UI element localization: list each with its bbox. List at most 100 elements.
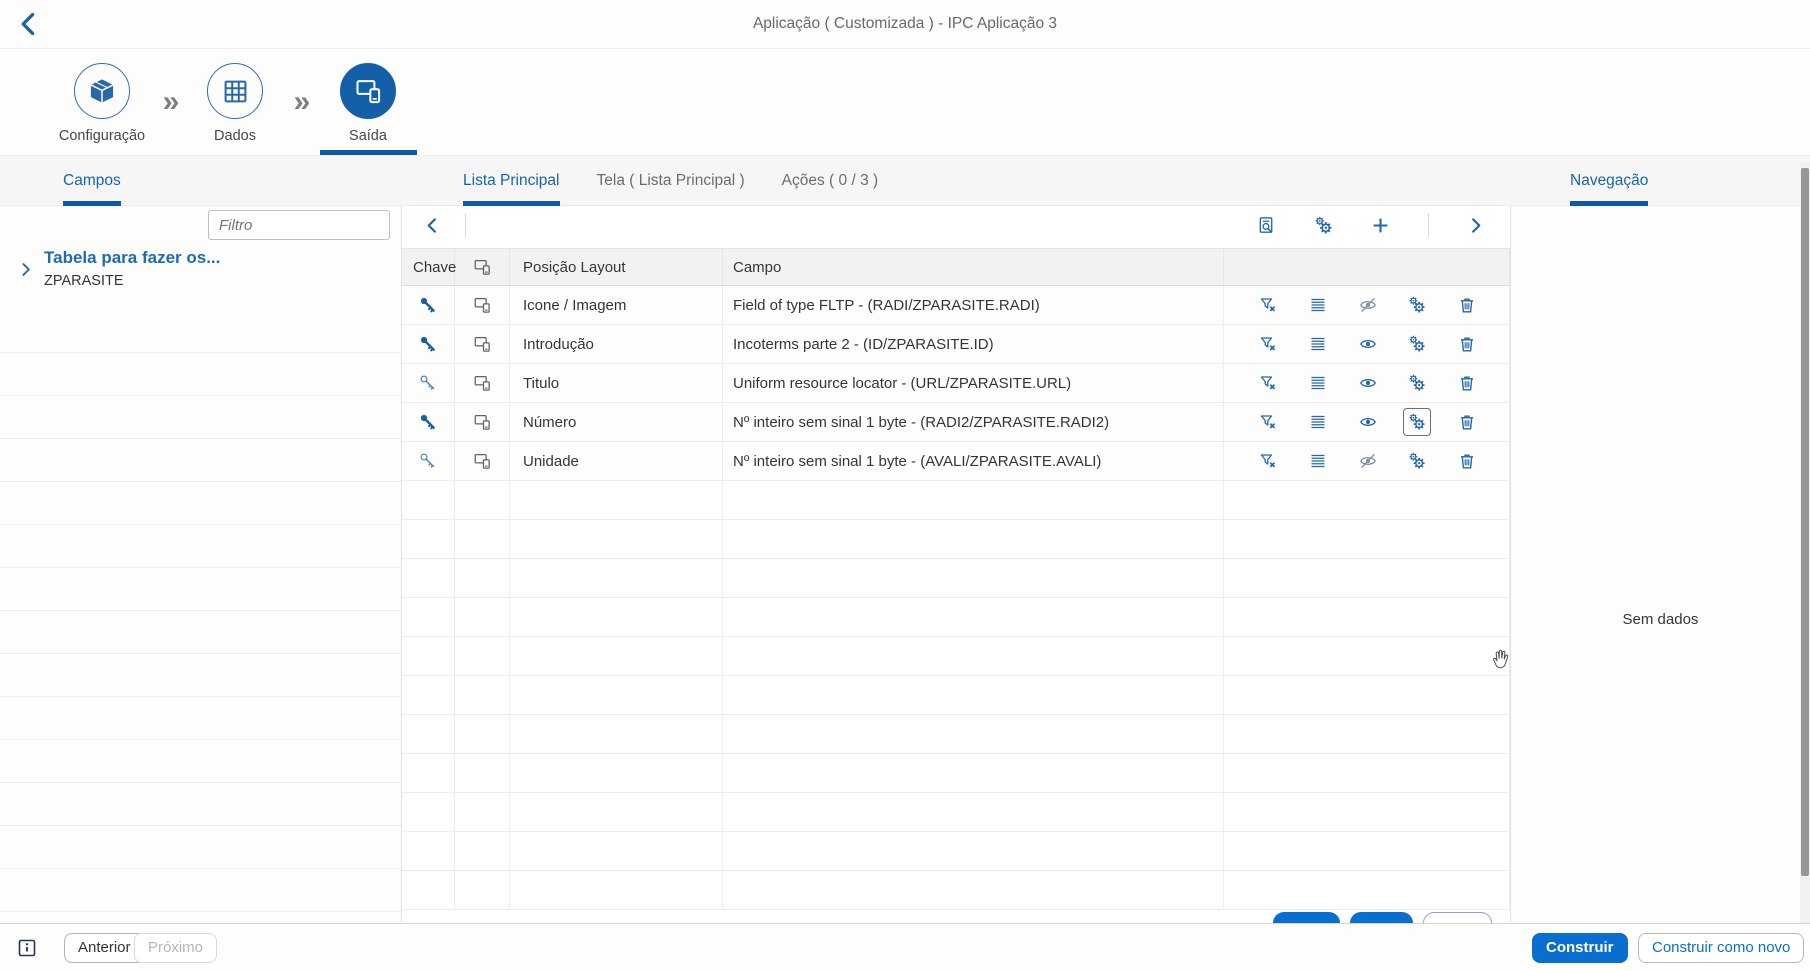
key-outline-icon: [419, 374, 437, 392]
column-header-posicao: Posição Layout: [510, 249, 723, 285]
eye-slash-icon: [1359, 296, 1377, 314]
tree-item-zparasite[interactable]: Tabela para fazer os... ZPARASITE: [0, 246, 401, 302]
table-empty-row: [402, 481, 1510, 520]
table-empty-row: [402, 832, 1510, 871]
row-gear-button[interactable]: [1403, 408, 1431, 436]
table-header: Chave Posição Layout Campo: [402, 248, 1510, 286]
table-row[interactable]: Unidade Nº inteiro sem sinal 1 byte - (A…: [402, 442, 1510, 481]
table-row[interactable]: Icone / Imagem Field of type FLTP - (RAD…: [402, 286, 1510, 325]
eye-icon: [1359, 413, 1377, 431]
table-row[interactable]: Introdução Incoterms parte 2 - (ID/ZPARA…: [402, 325, 1510, 364]
tab-navegacao[interactable]: Navegação: [1570, 156, 1648, 206]
step-saida-button[interactable]: [340, 63, 396, 119]
column-header-chave: Chave: [402, 249, 455, 285]
rows-button[interactable]: [1304, 408, 1332, 436]
construir-como-novo-button[interactable]: Construir como novo: [1638, 933, 1804, 963]
row-gear-button[interactable]: [1403, 330, 1431, 358]
table-search-button[interactable]: [1257, 216, 1276, 235]
key-toggle-button[interactable]: [419, 335, 437, 353]
table-row[interactable]: Titulo Uniform resource locator - (URL/Z…: [402, 364, 1510, 403]
key-toggle-button[interactable]: [419, 374, 437, 392]
rows-button[interactable]: [1304, 330, 1332, 358]
scrollbar-thumb[interactable]: [1801, 168, 1809, 876]
delete-icon: [1458, 296, 1476, 314]
step-dados: Dados: [173, 63, 297, 144]
filter-input[interactable]: [209, 217, 424, 234]
clear-filter-button[interactable]: [1254, 408, 1282, 436]
step-dados-button[interactable]: [207, 63, 263, 119]
cutoff-button-3[interactable]: [1423, 912, 1492, 923]
posicao-layout-cell: Introdução: [510, 325, 723, 363]
posicao-layout-cell: Icone / Imagem: [510, 286, 723, 324]
delete-button[interactable]: [1453, 330, 1481, 358]
tab-lista-principal[interactable]: Lista Principal: [463, 156, 560, 206]
step-label: Dados: [214, 128, 256, 144]
page-title: Aplicação ( Customizada ) - IPC Aplicaçã…: [0, 0, 1810, 48]
navegacao-panel: Sem dados: [1510, 206, 1810, 923]
visibility-button[interactable]: [1354, 369, 1382, 397]
key-toggle-button[interactable]: [419, 296, 437, 314]
toolbar-next-button[interactable]: [1467, 217, 1484, 234]
delete-icon: [1458, 374, 1476, 392]
table-empty-row: [402, 598, 1510, 637]
table-toolbar: [402, 208, 1510, 242]
column-header-campo: Campo: [723, 249, 1224, 285]
clear-filter-button[interactable]: [1254, 447, 1282, 475]
devices-icon: [473, 452, 491, 470]
table-search-icon: [1257, 216, 1276, 235]
table-row[interactable]: Número Nº inteiro sem sinal 1 byte - (RA…: [402, 403, 1510, 442]
add-field-button[interactable]: [1371, 216, 1390, 235]
info-button[interactable]: [18, 939, 36, 957]
delete-button[interactable]: [1453, 408, 1481, 436]
construir-button[interactable]: Construir: [1532, 933, 1628, 963]
campo-cell: Uniform resource locator - (URL/ZPARASIT…: [723, 364, 1224, 402]
cutoff-button-2[interactable]: [1350, 912, 1413, 923]
key-toggle-button[interactable]: [419, 452, 437, 470]
visibility-button[interactable]: [1354, 447, 1382, 475]
toolbar-back-button[interactable]: [424, 217, 441, 234]
key-icon: [419, 335, 437, 353]
rows-button[interactable]: [1304, 447, 1332, 475]
expand-chevron-icon[interactable]: [18, 262, 33, 277]
visibility-button[interactable]: [1354, 330, 1382, 358]
rows-button[interactable]: [1304, 291, 1332, 319]
key-toggle-button[interactable]: [419, 413, 437, 431]
grid-icon: [222, 78, 249, 105]
clear-filter-button[interactable]: [1254, 369, 1282, 397]
tab-acoes[interactable]: Ações ( 0 / 3 ): [782, 156, 878, 206]
toolbar-divider: [1428, 213, 1429, 237]
settings-icon: [1408, 452, 1426, 470]
step-label: Saída: [349, 128, 387, 144]
table-empty-row: [402, 676, 1510, 715]
visibility-button[interactable]: [1354, 291, 1382, 319]
tab-tela[interactable]: Tela ( Lista Principal ): [597, 156, 745, 206]
table-empty-row: [402, 520, 1510, 559]
row-gear-button[interactable]: [1403, 291, 1431, 319]
table-empty-row: [402, 637, 1510, 676]
delete-button[interactable]: [1453, 447, 1481, 475]
anterior-button[interactable]: Anterior: [64, 933, 145, 963]
proximo-button[interactable]: Próximo: [134, 933, 217, 963]
empty-state-text: Sem dados: [1511, 611, 1810, 628]
key-outline-icon: [419, 452, 437, 470]
visibility-button[interactable]: [1354, 408, 1382, 436]
clear-filter-button[interactable]: [1254, 291, 1282, 319]
campo-cell: Nº inteiro sem sinal 1 byte - (RADI2/ZPA…: [723, 403, 1224, 441]
step-configuracao-button[interactable]: [74, 63, 130, 119]
column-header-actions: [1224, 249, 1510, 285]
delete-button[interactable]: [1453, 369, 1481, 397]
row-gear-button[interactable]: [1403, 447, 1431, 475]
settings-icon: [1408, 296, 1426, 314]
step-configuracao: Configuração: [40, 63, 164, 144]
table-settings-button[interactable]: [1314, 216, 1333, 235]
column-header-layout: [455, 249, 510, 285]
table-empty-row: [402, 793, 1510, 832]
rows-button[interactable]: [1304, 369, 1332, 397]
row-gear-button[interactable]: [1403, 369, 1431, 397]
cutoff-button-1[interactable]: [1273, 912, 1340, 923]
tab-campos[interactable]: Campos: [63, 156, 121, 206]
tree-item-title[interactable]: Tabela para fazer os...: [44, 248, 220, 268]
delete-button[interactable]: [1453, 291, 1481, 319]
devices-icon: [473, 413, 491, 431]
clear-filter-button[interactable]: [1254, 330, 1282, 358]
